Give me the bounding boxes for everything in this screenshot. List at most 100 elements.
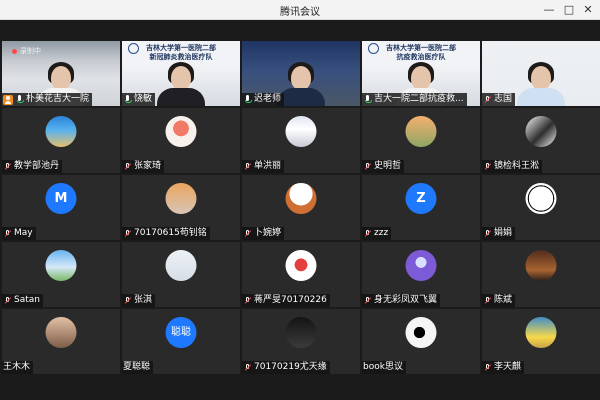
participant-name: zzz bbox=[374, 228, 389, 238]
participant-tile[interactable]: 70170219尤天缘 bbox=[242, 309, 360, 374]
team-banner: 吉林大学第一医院二部 抗疫救治医疗队 bbox=[386, 44, 456, 61]
participant-avatar bbox=[45, 116, 77, 147]
participant-avatar bbox=[525, 183, 557, 214]
participant-tile[interactable]: 陈斌 bbox=[482, 242, 600, 307]
mic-on-icon bbox=[363, 95, 372, 104]
recording-status: 录制中 bbox=[12, 46, 41, 56]
participant-name: 镜检科王淞 bbox=[494, 161, 540, 171]
participant-nameplate: 70170615苟钊铭 bbox=[122, 227, 210, 240]
participant-avatar bbox=[165, 116, 197, 147]
participant-tile[interactable]: 蒋严旻70170226 bbox=[242, 242, 360, 307]
participant-nameplate: 迟老师 bbox=[242, 93, 285, 106]
participant-tile[interactable]: 娟娟 bbox=[482, 175, 600, 240]
participant-name: May bbox=[14, 228, 33, 238]
participant-nameplate: 身无彩凤双飞翼 bbox=[362, 294, 441, 307]
participant-name: 卜婉婷 bbox=[254, 228, 282, 238]
participant-tile[interactable]: 教学部池丹 bbox=[2, 108, 120, 173]
participant-tile[interactable]: Zzzz bbox=[362, 175, 480, 240]
participant-tile[interactable]: 张家琦 bbox=[122, 108, 240, 173]
participant-avatar bbox=[405, 116, 437, 147]
participant-avatar bbox=[405, 317, 437, 348]
participant-nameplate: 教学部池丹 bbox=[2, 160, 63, 173]
participant-nameplate: 夏聪聪 bbox=[122, 361, 154, 374]
participant-avatar bbox=[45, 317, 77, 348]
participant-nameplate: 镜检科王淞 bbox=[482, 160, 543, 173]
participant-tile[interactable]: 李天麒 bbox=[482, 309, 600, 374]
participant-tile[interactable]: 录制中 朴美花吉大一院 bbox=[2, 41, 120, 106]
participant-name: 单洪丽 bbox=[254, 161, 282, 171]
mic-muted-icon bbox=[3, 296, 12, 305]
mic-on-icon bbox=[15, 95, 24, 104]
mic-muted-icon bbox=[363, 296, 372, 305]
participant-avatar bbox=[285, 250, 317, 281]
participant-nameplate: 70170219尤天缘 bbox=[242, 361, 330, 374]
participant-tile[interactable]: 身无彩凤双飞翼 bbox=[362, 242, 480, 307]
participant-nameplate: 张淇 bbox=[122, 294, 156, 307]
participant-avatar bbox=[165, 250, 197, 281]
participant-tile[interactable]: 单洪丽 bbox=[242, 108, 360, 173]
participant-nameplate: 吉大一院二部抗疫救... bbox=[362, 93, 467, 106]
participant-nameplate: 卜婉婷 bbox=[242, 227, 285, 240]
participant-nameplate: 朴美花吉大一院 bbox=[2, 93, 93, 106]
participant-name: 王木木 bbox=[3, 362, 31, 372]
participant-nameplate: book思议 bbox=[362, 361, 406, 374]
participant-tile[interactable]: 张淇 bbox=[122, 242, 240, 307]
participant-tile[interactable]: 王木木 bbox=[2, 309, 120, 374]
mic-muted-icon bbox=[3, 162, 12, 171]
participant-name: 李天麒 bbox=[494, 362, 522, 372]
participant-avatar bbox=[405, 250, 437, 281]
participant-tile[interactable]: M May bbox=[2, 175, 120, 240]
participant-nameplate: 史明哲 bbox=[362, 160, 405, 173]
mic-muted-icon bbox=[483, 363, 492, 372]
participant-tile[interactable]: 史明哲 bbox=[362, 108, 480, 173]
host-icon bbox=[3, 94, 13, 105]
participant-avatar bbox=[525, 317, 557, 348]
window-title: 腾讯会议 bbox=[280, 7, 320, 18]
participant-name: 朴美花吉大一院 bbox=[26, 94, 90, 104]
participant-name: 夏聪聪 bbox=[123, 362, 151, 372]
participant-nameplate: zzz bbox=[362, 227, 392, 240]
participant-video bbox=[517, 62, 565, 106]
minimize-button[interactable]: — bbox=[540, 2, 558, 18]
participant-nameplate: 陈斌 bbox=[482, 294, 516, 307]
participant-name: 身无彩凤双飞翼 bbox=[374, 295, 438, 305]
mic-muted-icon bbox=[483, 95, 492, 104]
participant-tile[interactable]: 迟老师 bbox=[242, 41, 360, 106]
participant-tile[interactable]: 吉林大学第一医院二部 新冠肺炎救治医疗队 饶敏 bbox=[122, 41, 240, 106]
participant-name: 陈斌 bbox=[494, 295, 513, 305]
participant-name: 蒋严旻70170226 bbox=[254, 295, 327, 305]
mic-muted-icon bbox=[243, 363, 252, 372]
mic-muted-icon bbox=[363, 229, 372, 238]
mic-muted-icon bbox=[123, 296, 132, 305]
participant-tile[interactable]: 吉林大学第一医院二部 抗疫救治医疗队 吉大一院二部抗疫救... bbox=[362, 41, 480, 106]
participant-tile[interactable]: 聪聪夏聪聪 bbox=[122, 309, 240, 374]
close-button[interactable]: ✕ bbox=[579, 2, 597, 18]
mic-muted-icon bbox=[123, 229, 132, 238]
participant-avatar bbox=[165, 183, 197, 214]
participant-name: 70170615苟钊铭 bbox=[134, 228, 207, 238]
participant-avatar bbox=[45, 250, 77, 281]
participant-name: 张淇 bbox=[134, 295, 153, 305]
participant-nameplate: May bbox=[2, 227, 36, 240]
participant-name: 史明哲 bbox=[374, 161, 402, 171]
participant-tile[interactable]: 70170615苟钊铭 bbox=[122, 175, 240, 240]
participant-tile[interactable]: 镜检科王淞 bbox=[482, 108, 600, 173]
participant-name: 吉大一院二部抗疫救... bbox=[374, 94, 464, 104]
title-bar: 腾讯会议 — □ ✕ bbox=[0, 0, 600, 20]
mic-muted-icon bbox=[123, 162, 132, 171]
maximize-button[interactable]: □ bbox=[560, 2, 578, 18]
participant-avatar bbox=[285, 317, 317, 348]
participant-tile[interactable]: 卜婉婷 bbox=[242, 175, 360, 240]
participant-tile[interactable]: book思议 bbox=[362, 309, 480, 374]
mic-muted-icon bbox=[363, 162, 372, 171]
participant-name: 70170219尤天缘 bbox=[254, 362, 327, 372]
participant-tile[interactable]: Satan bbox=[2, 242, 120, 307]
participant-grid: 录制中 朴美花吉大一院 吉林大学第一医院二部 新冠肺炎救治医疗队 饶敏 迟老师 bbox=[2, 41, 600, 374]
participant-name: 娟娟 bbox=[494, 228, 513, 238]
participant-avatar: 聪聪 bbox=[165, 317, 197, 348]
participant-name: 饶敏 bbox=[134, 94, 153, 104]
mic-muted-icon bbox=[483, 162, 492, 171]
participant-tile[interactable]: 志国 bbox=[482, 41, 600, 106]
participant-name: 张家琦 bbox=[134, 161, 162, 171]
participant-nameplate: Satan bbox=[2, 294, 43, 307]
